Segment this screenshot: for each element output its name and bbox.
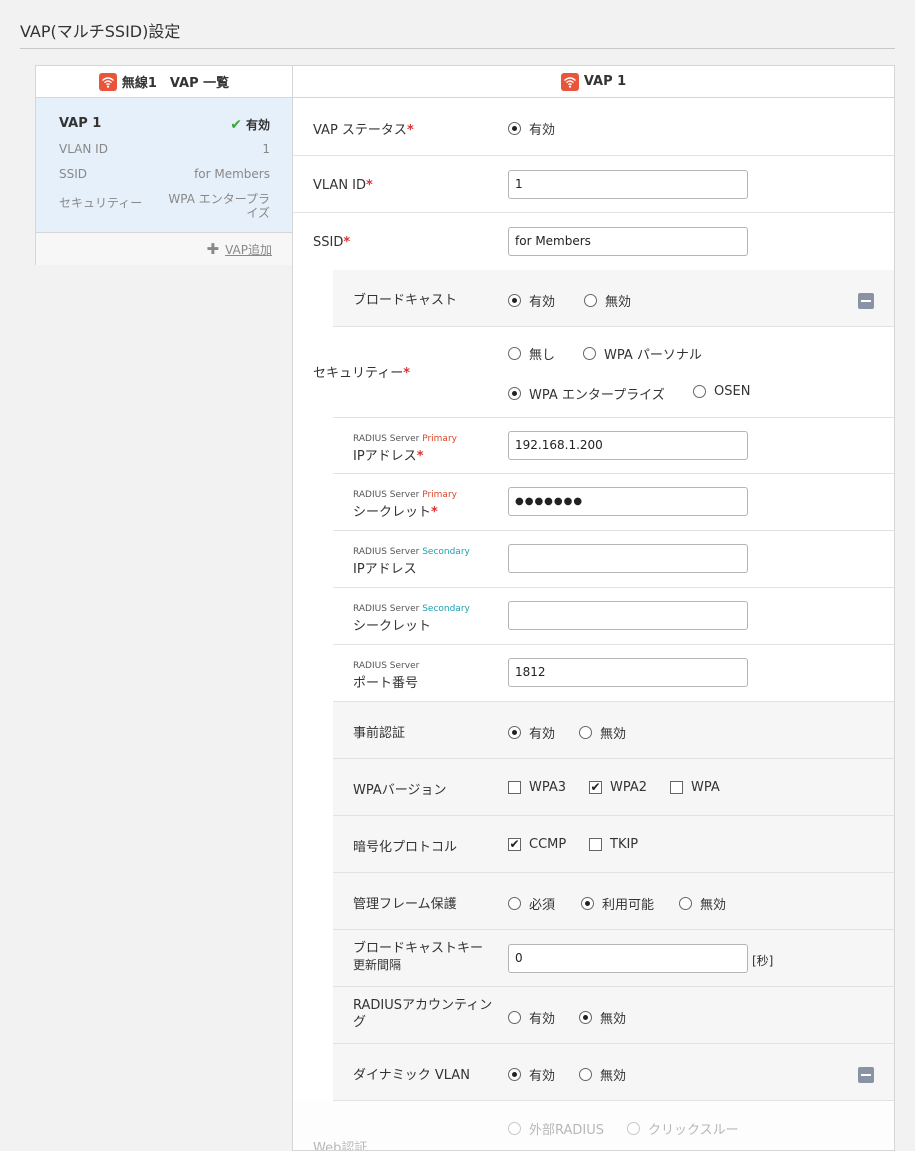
collapse-icon[interactable]: [858, 1067, 874, 1083]
radius-primary-secret-label: RADIUS Server Primary シークレット*: [353, 490, 457, 520]
preauth-label: 事前認証: [353, 726, 406, 741]
vap-card-1[interactable]: VAP 1 ✔ 有効 VLAN ID 1 SSID for Members セキ…: [36, 98, 292, 233]
encryption-label: 暗号化プロトコル: [353, 840, 458, 855]
radius-accounting-radio-enabled[interactable]: 有効: [508, 1008, 555, 1027]
encryption-checkbox-tkip[interactable]: TKIP: [589, 837, 638, 852]
vap-add-link[interactable]: VAP追加: [225, 241, 272, 258]
vap-list-panel: 無線1 VAP 一覧 VAP 1 ✔ 有効 VLAN ID 1 SSID for…: [35, 65, 293, 265]
ssid-label: SSID*: [313, 235, 351, 250]
wifi-icon: [560, 72, 579, 91]
security-label: セキュリティー*: [313, 366, 411, 381]
security-row: セキュリティー* 無し WPA パーソナル WPA エンタープライズ OSEN: [293, 327, 894, 418]
radius-primary-ip-label: RADIUS Server Primary IPアドレス*: [353, 434, 457, 464]
vap-status-radio-enabled[interactable]: 有効: [508, 119, 555, 138]
vlan-id-row: VLAN ID* 1: [293, 156, 894, 213]
collapse-icon[interactable]: [858, 293, 874, 309]
broadcast-row: ブロードキャスト 有効 無効: [333, 270, 894, 327]
radius-secondary-ip-label: RADIUS Server Secondary IPアドレス: [353, 547, 470, 577]
security-radio-none[interactable]: 無し: [508, 344, 555, 363]
vap-card-row-label: SSID: [59, 167, 88, 181]
vap-card-row-value: for Members: [194, 167, 270, 181]
vap-card-row-label: セキュリティー: [59, 196, 143, 210]
dynamic-vlan-label: ダイナミック VLAN: [353, 1068, 470, 1083]
wpa-version-checkbox-wpa[interactable]: WPA: [670, 780, 720, 795]
vap-card-name: VAP 1: [59, 116, 102, 131]
web-auth-row: Web認証 外部RADIUS クリックスルー: [293, 1101, 894, 1151]
wifi-icon: [98, 72, 117, 91]
check-icon: ✔: [230, 116, 242, 133]
vap-card-row-value: WPA エンタープライズ: [168, 192, 270, 220]
vap-settings-panel: VAP 1 VAP ステータス* 有効 VLAN ID* 1 SSID* for…: [292, 65, 895, 1151]
vlan-id-label: VLAN ID*: [313, 178, 373, 193]
ssid-row: SSID* for Members: [293, 213, 894, 270]
web-auth-label: Web認証: [313, 1141, 368, 1151]
vap-card-header: VAP 1 ✔ 有効: [59, 116, 270, 142]
wpa-version-checkbox-wpa3[interactable]: WPA3: [508, 780, 566, 795]
web-auth-radio-click-through[interactable]: クリックスルー: [627, 1119, 739, 1138]
vap-list-title: 無線1 VAP 一覧: [121, 76, 230, 91]
vap-add-row: ✚ VAP追加: [36, 233, 292, 265]
wpa-version-row: WPAバージョン WPA3 ✔ WPA2 WPA: [333, 759, 894, 816]
radius-port-row: RADIUS Server ポート番号 1812: [333, 645, 894, 702]
ssid-input[interactable]: for Members: [508, 227, 748, 256]
web-auth-radio-external-radius[interactable]: 外部RADIUS: [508, 1119, 604, 1138]
vap-status-row: VAP ステータス* 有効: [293, 99, 894, 156]
radius-accounting-label: RADIUSアカウンティン グ: [353, 998, 493, 1030]
radius-accounting-row: RADIUSアカウンティン グ 有効 無効: [333, 987, 894, 1044]
plus-icon: ✚: [206, 240, 220, 258]
vap-settings-title: VAP 1: [583, 74, 627, 89]
wpa-version-label: WPAバージョン: [353, 783, 447, 798]
page-title: VAP(マルチSSID)設定: [20, 22, 181, 41]
preauth-row: 事前認証 有効 無効: [333, 702, 894, 759]
mgmt-frame-row: 管理フレーム保護 必須 利用可能 無効: [333, 873, 894, 930]
radius-secondary-ip-row: RADIUS Server Secondary IPアドレス: [333, 531, 894, 588]
preauth-radio-disabled[interactable]: 無効: [579, 723, 626, 742]
broadcast-key-row: ブロードキャストキー 更新間隔 0 [秒]: [333, 930, 894, 987]
dynamic-vlan-row: ダイナミック VLAN 有効 無効: [333, 1044, 894, 1101]
vap-card-row: VLAN ID 1: [59, 142, 270, 167]
dynamic-vlan-radio-enabled[interactable]: 有効: [508, 1065, 555, 1084]
security-radio-wpa-personal[interactable]: WPA パーソナル: [583, 344, 702, 363]
security-radio-wpa-enterprise[interactable]: WPA エンタープライズ: [508, 384, 665, 403]
mgmt-frame-radio-disabled[interactable]: 無効: [679, 894, 726, 913]
vap-card-row-label: VLAN ID: [59, 142, 108, 156]
broadcast-radio-disabled[interactable]: 無効: [584, 291, 631, 310]
radius-secondary-secret-label: RADIUS Server Secondary シークレット: [353, 604, 470, 634]
encryption-checkbox-ccmp[interactable]: ✔ CCMP: [508, 837, 566, 852]
radius-secondary-secret-row: RADIUS Server Secondary シークレット: [333, 588, 894, 645]
title-divider: [20, 48, 895, 49]
broadcast-label: ブロードキャスト: [353, 293, 458, 308]
radius-secondary-ip-input[interactable]: [508, 544, 748, 573]
vap-card-row: SSID for Members: [59, 167, 270, 192]
security-radio-osen[interactable]: OSEN: [693, 384, 750, 399]
broadcast-key-unit: [秒]: [752, 954, 774, 968]
radius-primary-secret-input[interactable]: ●●●●●●●: [508, 487, 748, 516]
radius-primary-secret-row: RADIUS Server Primary シークレット* ●●●●●●●: [333, 474, 894, 531]
radius-port-label: RADIUS Server ポート番号: [353, 661, 420, 691]
radius-primary-ip-row: RADIUS Server Primary IPアドレス* 192.168.1.…: [333, 417, 894, 474]
mgmt-frame-radio-available[interactable]: 利用可能: [581, 894, 654, 913]
dynamic-vlan-radio-disabled[interactable]: 無効: [579, 1065, 626, 1084]
broadcast-radio-enabled[interactable]: 有効: [508, 291, 555, 310]
radius-secondary-secret-input[interactable]: [508, 601, 748, 630]
wpa-version-checkbox-wpa2[interactable]: ✔ WPA2: [589, 780, 647, 795]
broadcast-key-input[interactable]: 0: [508, 944, 748, 973]
vap-card-row-value: 1: [262, 142, 270, 156]
broadcast-key-label: ブロードキャストキー 更新間隔: [353, 941, 484, 972]
vlan-id-input[interactable]: 1: [508, 170, 748, 199]
radius-accounting-radio-disabled[interactable]: 無効: [579, 1008, 626, 1027]
vap-list-header: 無線1 VAP 一覧: [36, 66, 292, 98]
mgmt-frame-label: 管理フレーム保護: [353, 897, 457, 912]
preauth-radio-enabled[interactable]: 有効: [508, 723, 555, 742]
vap-card-status: ✔ 有効: [230, 116, 270, 133]
vap-card-row: セキュリティー WPA エンタープライズ: [59, 192, 270, 220]
vap-status-label: VAP ステータス*: [313, 123, 414, 138]
vap-settings-header: VAP 1: [293, 66, 894, 98]
encryption-row: 暗号化プロトコル ✔ CCMP TKIP: [333, 816, 894, 873]
vap-card-status-label: 有効: [245, 118, 270, 132]
radius-port-input[interactable]: 1812: [508, 658, 748, 687]
mgmt-frame-radio-required[interactable]: 必須: [508, 894, 555, 913]
radius-primary-ip-input[interactable]: 192.168.1.200: [508, 431, 748, 460]
